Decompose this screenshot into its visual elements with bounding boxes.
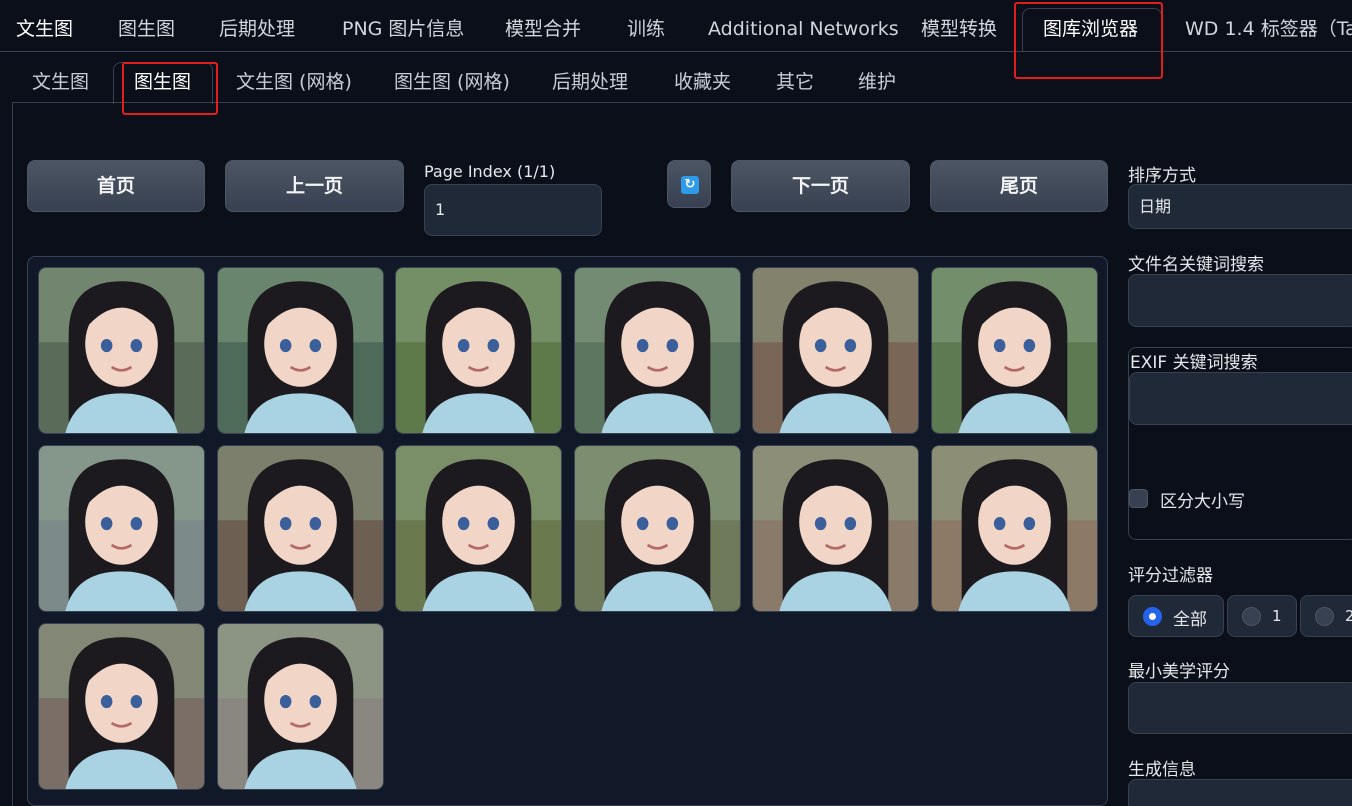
top-tab-png-info[interactable]: PNG 图片信息 [342,0,464,51]
exif-search-label: EXIF 关键词搜索 [1130,353,1258,373]
anime-portrait-image [39,624,204,789]
top-tab-extras[interactable]: 后期处理 [219,0,295,51]
top-tab-image-browser[interactable]: 图库浏览器 [1043,0,1138,51]
sub-tab-img2img-grids[interactable]: 图生图 (网格) [394,58,510,102]
rating-option-label: 1 [1272,607,1282,625]
page-index-label: Page Index (1/1) [424,162,556,181]
case-sensitive-checkbox[interactable] [1129,489,1148,508]
min-aesthetic-input[interactable] [1128,682,1352,734]
anime-portrait-image [39,446,204,611]
anime-portrait-image [217,268,383,433]
gallery-thumbnail[interactable] [930,267,1098,434]
gallery-thumbnail[interactable] [38,445,205,612]
refresh-icon: ↻ [681,176,699,194]
sort-label: 排序方式 [1128,166,1196,186]
anime-portrait-image [217,624,383,789]
rating-option-label: 全部 [1173,610,1207,630]
gallery-thumbnail[interactable] [930,445,1098,612]
rating-option-2[interactable]: 2 [1300,595,1352,637]
sub-tab-favorites[interactable]: 收藏夹 [674,58,731,102]
gallery-thumbnail[interactable] [216,267,384,434]
top-tab-model-converter[interactable]: 模型转换 [921,0,997,51]
gallery-thumbnail[interactable] [752,267,919,434]
prev-page-button[interactable]: 上一页 [225,160,404,212]
gallery-thumbnail[interactable] [38,267,205,434]
rating-option-label: 2 [1345,607,1352,625]
anime-portrait-image [574,446,740,611]
refresh-button[interactable]: ↻ [667,160,711,208]
sub-tab-maintenance[interactable]: 维护 [858,58,896,102]
top-tab-wd14-tagger[interactable]: WD 1.4 标签器（Tag [1185,0,1352,51]
gallery-thumbnail[interactable] [216,623,384,790]
top-tab-img2img[interactable]: 图生图 [118,0,175,51]
filename-search-input[interactable] [1128,274,1352,327]
gallery-thumbnail[interactable] [395,267,562,434]
gallery-thumbnail[interactable] [573,445,741,612]
min-aesthetic-label: 最小美学评分 [1128,662,1230,682]
gallery-thumbnail[interactable] [38,623,205,790]
gallery-thumbnail[interactable] [752,445,919,612]
radio-dot-icon [1242,607,1261,626]
sub-tab-txt2img-grids[interactable]: 文生图 (网格) [236,58,352,102]
rating-option-all[interactable]: 全部 [1128,595,1224,637]
radio-dot-icon [1315,607,1334,626]
anime-portrait-image [396,268,561,433]
case-sensitive-label: 区分大小写 [1160,492,1245,512]
filename-search-label: 文件名关键词搜索 [1128,255,1264,275]
anime-portrait-image [217,446,383,611]
last-page-button[interactable]: 尾页 [930,160,1108,212]
top-tab-checkpoint-merger[interactable]: 模型合并 [505,0,581,51]
anime-portrait-image [753,446,918,611]
anime-portrait-image [574,268,740,433]
sub-tab-txt2img[interactable]: 文生图 [32,58,89,102]
rating-filter-label: 评分过滤器 [1128,566,1213,586]
sub-tab-img2img[interactable]: 图生图 [134,58,191,102]
rating-option-1[interactable]: 1 [1227,595,1297,637]
gallery-thumbnail[interactable] [395,445,562,612]
top-tab-additional-networks[interactable]: Additional Networks [708,0,899,51]
gallery-thumbnail[interactable] [573,267,741,434]
page-index-input[interactable]: 1 [424,184,602,236]
gallery-thumbnail[interactable] [216,445,384,612]
top-tab-txt2img[interactable]: 文生图 [16,0,73,51]
anime-portrait-image [753,268,918,433]
sub-tab-extras[interactable]: 后期处理 [552,58,628,102]
anime-portrait-image [931,446,1097,611]
generation-info-label: 生成信息 [1128,760,1196,780]
exif-search-input[interactable] [1129,372,1352,425]
top-tab-train[interactable]: 训练 [627,0,665,51]
anime-portrait-image [396,446,561,611]
sort-select[interactable]: 日期 [1128,184,1352,229]
top-tab-bar: 文生图 图生图 后期处理 PNG 图片信息 模型合并 训练 Additional… [0,0,1352,52]
sub-tab-others[interactable]: 其它 [776,58,814,102]
generation-info-box[interactable] [1128,779,1352,806]
first-page-button[interactable]: 首页 [27,160,205,212]
anime-portrait-image [931,268,1097,433]
anime-portrait-image [39,268,204,433]
next-page-button[interactable]: 下一页 [731,160,910,212]
radio-dot-icon [1143,607,1162,626]
